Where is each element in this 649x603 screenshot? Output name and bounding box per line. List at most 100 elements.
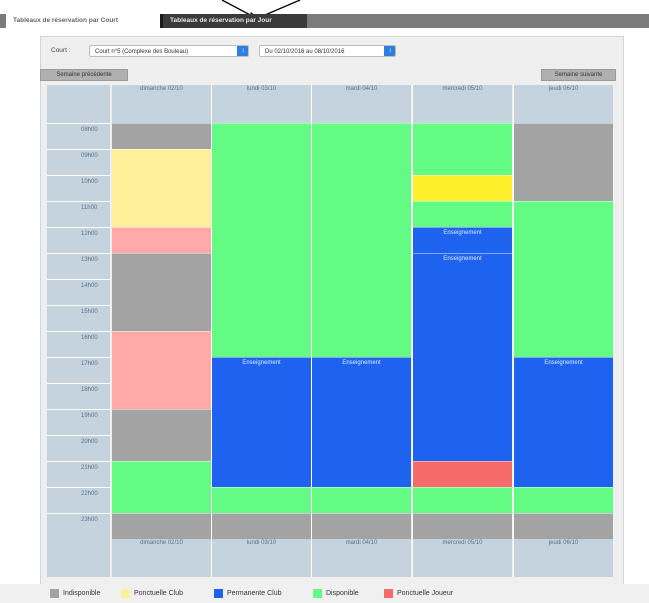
time-slot-label: 09h00: [47, 149, 110, 173]
time-slot-label: 12h00: [47, 227, 110, 251]
cell-label: Enseignement: [242, 360, 281, 366]
legend-swatch: [50, 589, 59, 598]
schedule-cell-ponct-joueur[interactable]: [413, 461, 512, 487]
day-header-label: mercredi 05/10: [442, 86, 483, 92]
schedule-cell-disponible[interactable]: [212, 123, 311, 357]
column-divider: [412, 85, 413, 577]
time-slot-label: 23h00: [47, 513, 110, 537]
legend-label: Indisponible: [63, 590, 101, 597]
legend-label: Ponctuelle Joueur: [397, 590, 454, 597]
court-select[interactable]: Court n°5 (Complexe des Bouleau) ↕: [89, 45, 249, 57]
column-divider: [211, 85, 212, 577]
day-footer-label: lundi 03/10: [246, 540, 277, 546]
legend-swatch: [214, 589, 223, 598]
schedule-cell-disponible[interactable]: [212, 487, 311, 513]
day-footer-label: mardi 04/10: [345, 540, 378, 546]
time-slot-label: 10h00: [47, 175, 110, 199]
schedule-cell-indisponible[interactable]: [212, 513, 311, 539]
legend-swatch: [384, 589, 393, 598]
legend-swatch: [313, 589, 322, 598]
chevron-updown-icon: ↕: [384, 46, 395, 56]
schedule-cell-disponible[interactable]: [413, 201, 512, 227]
schedule-cell-ponct-club-strong[interactable]: [413, 175, 512, 201]
day-header-label: dimanche 02/10: [140, 86, 183, 92]
cell-label: Enseignement: [443, 230, 482, 236]
schedule-cell-indisponible[interactable]: [112, 513, 211, 539]
schedule-cell-indisponible[interactable]: [112, 123, 211, 149]
schedule-cell-disponible[interactable]: [112, 461, 211, 513]
day-footer: mercredi 05/10: [413, 539, 512, 577]
legend-item-perm-club: Permanente Club: [214, 589, 281, 598]
court-label: Court :: [51, 47, 71, 54]
day-header: mardi 04/10: [312, 85, 411, 123]
legend-label: Permanente Club: [227, 590, 282, 597]
schedule-cell-disponible[interactable]: [312, 123, 411, 357]
time-slot-label: 11h00: [47, 201, 110, 225]
schedule-cell-ponct-club[interactable]: [112, 149, 211, 227]
schedule-cell-disponible[interactable]: [514, 487, 613, 513]
schedule-cell-indisponible[interactable]: [514, 123, 613, 201]
time-slot-label: 16h00: [47, 331, 110, 355]
day-header-label: lundi 03/10: [246, 86, 277, 92]
day-footer-label: jeudi 06/10: [548, 540, 579, 546]
schedule-cell-disponible[interactable]: [413, 123, 512, 175]
schedule-cell-perm-club[interactable]: Enseignement: [413, 227, 512, 253]
time-slot-label: 17h00: [47, 357, 110, 381]
court-select-value: Court n°5 (Complexe des Bouleau): [95, 49, 189, 55]
legend-label: Ponctuelle Club: [134, 590, 184, 597]
legend-label: Disponible: [326, 590, 359, 597]
previous-week-button[interactable]: Semaine précédente: [40, 69, 128, 81]
schedule-cell-disponible[interactable]: [312, 487, 411, 513]
time-slot-label: 19h00: [47, 409, 110, 433]
schedule-cell-indisponible[interactable]: [112, 253, 211, 331]
schedule-cell-perm-club[interactable]: Enseignement: [312, 357, 411, 487]
legend-item-indisponible: Indisponible: [50, 589, 100, 598]
schedule-cell-indisponible[interactable]: [413, 513, 512, 539]
schedule-cell-indisponible[interactable]: [312, 513, 411, 539]
schedule-cell-disponible[interactable]: [413, 487, 512, 513]
day-header: mercredi 05/10: [413, 85, 512, 123]
day-footer: dimanche 02/10: [112, 539, 211, 577]
time-slot-label: 15h00: [47, 305, 110, 329]
day-footer-label: dimanche 02/10: [140, 540, 183, 546]
day-header: lundi 03/10: [212, 85, 311, 123]
next-week-button[interactable]: Semaine suivante: [541, 69, 616, 81]
legend-item-disponible: Disponible: [313, 589, 359, 598]
schedule-cell-perm-club[interactable]: Enseignement: [212, 357, 311, 487]
day-footer: jeudi 06/10: [514, 539, 613, 577]
time-slot-label: 14h00: [47, 279, 110, 303]
legend-item-ponct-joueur: Ponctuelle Joueur: [384, 589, 453, 598]
tab-reservation-par-jour[interactable]: Tableaux de réservation par Jour: [160, 14, 307, 28]
schedule-cell-perm-club[interactable]: Enseignement: [413, 253, 512, 461]
tab-bar: Tableaux de réservation par Court Tablea…: [0, 14, 649, 28]
time-slot-label: 20h00: [47, 435, 110, 459]
day-header-label: mardi 04/10: [345, 86, 378, 92]
schedule-cell-disponible[interactable]: [514, 201, 613, 357]
week-select-value: Du 02/10/2016 au 08/10/2016: [265, 49, 345, 55]
chevron-updown-icon: ↕: [237, 46, 248, 56]
day-footer: lundi 03/10: [212, 539, 311, 577]
schedule-cell-indisponible[interactable]: [112, 409, 211, 461]
time-slot-label: 18h00: [47, 383, 110, 407]
legend-item-ponct-club: Ponctuelle Club: [121, 589, 183, 598]
day-header: jeudi 06/10: [514, 85, 613, 123]
schedule-cell-ponct-joueur-light[interactable]: [112, 331, 211, 409]
schedule-cell-perm-club[interactable]: Enseignement: [514, 357, 613, 487]
day-footer: mardi 04/10: [312, 539, 411, 577]
cell-label: Enseignement: [443, 256, 482, 262]
legend-swatch: [121, 589, 130, 598]
week-select[interactable]: Du 02/10/2016 au 08/10/2016 ↕: [259, 45, 396, 57]
cell-label: Enseignement: [544, 360, 583, 366]
time-slot-label: 13h00: [47, 253, 110, 277]
column-divider: [513, 85, 514, 577]
cell-label: Enseignement: [342, 360, 381, 366]
schedule-cell-indisponible[interactable]: [514, 513, 613, 539]
day-header: dimanche 02/10: [112, 85, 211, 123]
tab-reservation-par-court[interactable]: Tableaux de réservation par Court: [6, 14, 160, 28]
time-slot-label: 22h00: [47, 487, 110, 511]
time-column-footer: [47, 539, 110, 577]
time-slot-label: 21h00: [47, 461, 110, 485]
day-footer-label: mercredi 05/10: [442, 540, 483, 546]
schedule-cell-ponct-joueur-light[interactable]: [112, 227, 211, 253]
day-header-label: jeudi 06/10: [548, 86, 579, 92]
